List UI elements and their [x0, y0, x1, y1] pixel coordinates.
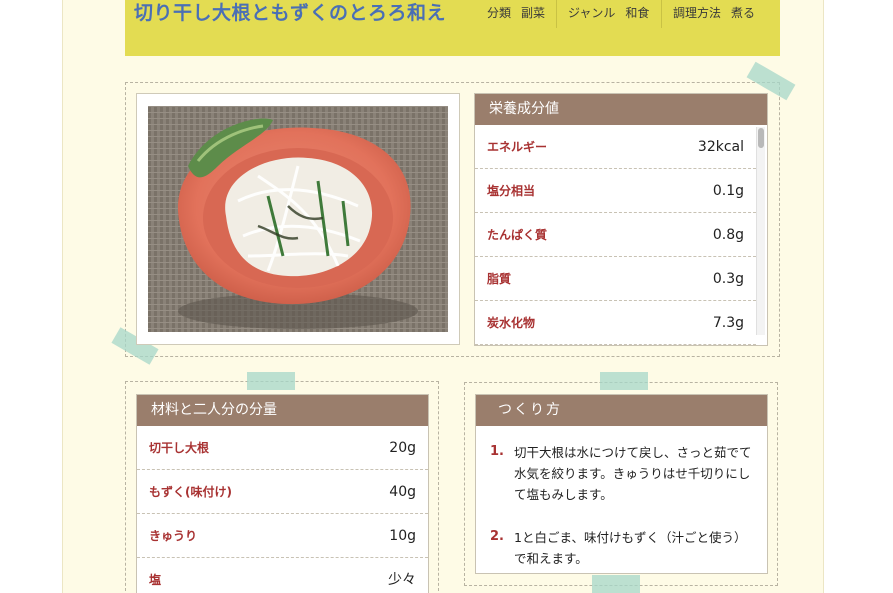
step-text: 切干大根は水につけて戻し、さっと茹でて水気を絞ります。きゅうりはせ千切りにして塩…	[514, 445, 752, 502]
meta-genre: ジャンル 和食	[568, 0, 649, 28]
nutrition-scrollbar[interactable]	[756, 127, 765, 335]
step-number: 2.	[490, 529, 504, 544]
nutrition-value: 0.1g	[712, 183, 744, 199]
method-title: つくり方	[476, 395, 767, 426]
nutrition-name: 炭水化物	[487, 316, 536, 330]
meta-category-label: 分類	[487, 6, 512, 20]
ingredient-name: 切干し大根	[149, 441, 210, 455]
ingredient-name: きゅうり	[149, 529, 198, 543]
nutrition-row: エネルギー 32kcal	[475, 125, 756, 169]
nutrition-name: 脂質	[487, 272, 512, 286]
tape-decoration	[592, 575, 640, 593]
dish-photo	[148, 106, 448, 332]
meta-category: 分類 副菜	[487, 0, 545, 28]
method-steps: 1. 切干大根は水につけて戻し、さっと茹でて水気を絞ります。きゅうりはせ千切りに…	[476, 426, 767, 569]
meta-divider	[661, 0, 662, 28]
nutrition-row: たんぱく質 0.8g	[475, 213, 756, 257]
meta-method: 調理方法 煮る	[673, 0, 755, 28]
scrollbar-thumb[interactable]	[758, 128, 764, 148]
meta-genre-label: ジャンル	[568, 6, 616, 20]
ingredient-row: 切干し大根 20g	[137, 426, 428, 470]
nutrition-panel: 栄養成分値 エネルギー 32kcal 塩分相当 0.1g たんぱく質 0.8g …	[474, 93, 768, 346]
recipe-header: 切り干し大根ともずくのとろろ和え 分類 副菜 ジャンル 和食 調理方法 煮る	[125, 0, 780, 56]
method-panel: つくり方 1. 切干大根は水につけて戻し、さっと茹でて水気を絞ります。きゅうりは…	[475, 394, 768, 574]
tape-decoration	[600, 372, 648, 390]
nutrition-name: エネルギー	[487, 140, 548, 154]
recipe-title: 切り干し大根ともずくのとろろ和え	[134, 2, 447, 24]
ingredient-amount: 10g	[389, 528, 416, 544]
ingredient-amount: 20g	[389, 440, 416, 456]
meta-divider	[556, 0, 557, 28]
method-step: 2. 1と白ごま、味付けもずく（汁ごと使う）で和えます。	[490, 527, 753, 569]
ingredient-name: もずく(味付け)	[149, 485, 232, 499]
ingredient-row: もずく(味付け) 40g	[137, 470, 428, 514]
nutrition-title: 栄養成分値	[475, 94, 767, 125]
nutrition-list: エネルギー 32kcal 塩分相当 0.1g たんぱく質 0.8g 脂質 0.3…	[475, 125, 756, 345]
nutrition-value: 0.8g	[712, 227, 744, 243]
ingredient-row: 塩 少々	[137, 558, 428, 593]
ingredient-amount: 少々	[388, 572, 416, 588]
meta-method-label: 調理方法	[673, 6, 722, 20]
nutrition-name: たんぱく質	[487, 228, 548, 242]
photo-frame	[136, 93, 460, 345]
step-number: 1.	[490, 444, 504, 459]
tape-decoration	[247, 372, 295, 390]
step-text: 1と白ごま、味付けもずく（汁ごと使う）で和えます。	[514, 530, 747, 566]
meta-genre-value: 和食	[625, 6, 650, 20]
nutrition-row: 炭水化物 7.3g	[475, 301, 756, 345]
nutrition-row: 脂質 0.3g	[475, 257, 756, 301]
ingredients-panel: 材料と二人分の分量 切干し大根 20g もずく(味付け) 40g きゅうり 10…	[136, 394, 429, 593]
nutrition-row: 塩分相当 0.1g	[475, 169, 756, 213]
nutrition-value: 7.3g	[712, 315, 744, 331]
nutrition-value: 0.3g	[712, 271, 744, 287]
ingredients-title: 材料と二人分の分量	[137, 395, 428, 426]
nutrition-name: 塩分相当	[487, 184, 536, 198]
meta-category-value: 副菜	[521, 6, 546, 20]
meta-method-value: 煮る	[731, 6, 756, 20]
ingredient-name: 塩	[149, 573, 162, 587]
ingredient-row: きゅうり 10g	[137, 514, 428, 558]
ingredient-amount: 40g	[389, 484, 416, 500]
nutrition-value: 32kcal	[697, 139, 744, 155]
method-step: 1. 切干大根は水につけて戻し、さっと茹でて水気を絞ります。きゅうりはせ千切りに…	[490, 442, 753, 505]
